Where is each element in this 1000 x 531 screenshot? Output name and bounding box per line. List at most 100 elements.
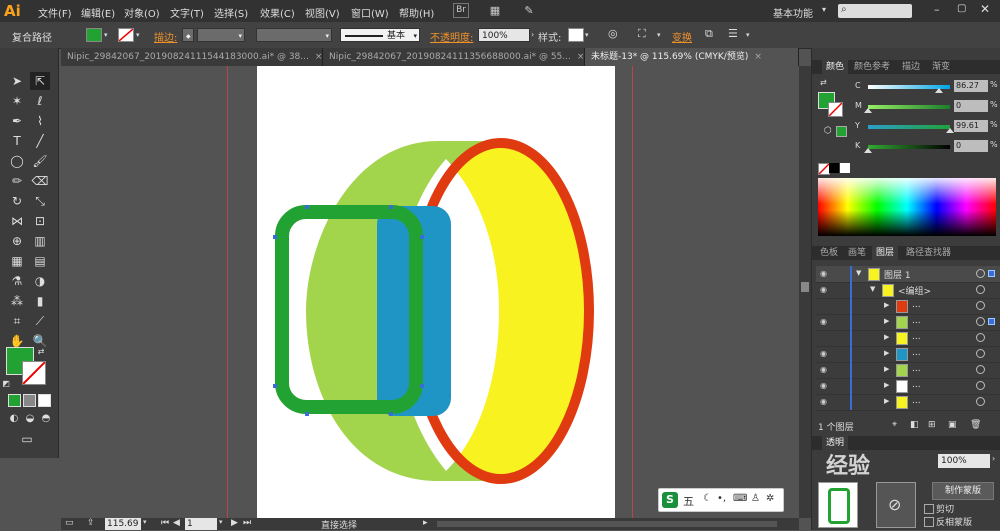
pencil-tool-icon[interactable]: ✏ xyxy=(7,172,27,190)
shape-builder-tool-icon[interactable]: ⊕ xyxy=(7,232,27,250)
visibility-eye-icon[interactable]: ◉ xyxy=(820,285,827,294)
share-icon[interactable]: ⇪ xyxy=(87,518,95,528)
sublayer-row[interactable]: ◉ ▶... xyxy=(816,378,1000,395)
search-box[interactable]: ⌕ xyxy=(838,4,912,18)
lasso-tool-icon[interactable]: ℓ xyxy=(30,92,50,110)
free-transform-tool-icon[interactable]: ⊡ xyxy=(30,212,50,230)
eyedropper-tool-icon[interactable]: ⚗ xyxy=(7,272,27,290)
mask-thumbnail[interactable]: ⊘ xyxy=(876,482,916,528)
width-tool-icon[interactable]: ⋈ xyxy=(7,212,27,230)
screen-mode-icon[interactable]: ▭ xyxy=(17,430,37,448)
bridge-icon[interactable]: Br xyxy=(453,3,469,18)
opacity-label[interactable]: 不透明度: xyxy=(430,29,473,44)
channel-value-input[interactable]: 0 xyxy=(954,140,988,152)
canvas[interactable]: S 五 ☾ •, ⌨ ♙ ✲ xyxy=(61,66,799,518)
stroke-color-box[interactable] xyxy=(22,361,46,385)
rotate-tool-icon[interactable]: ↻ xyxy=(7,192,27,210)
channel-slider[interactable] xyxy=(868,145,950,149)
sublayer-row[interactable]: ◉ ▶... xyxy=(816,314,1000,331)
direct-selection-tool-icon[interactable]: ⇱ xyxy=(30,72,50,90)
new-sublayer-icon[interactable]: ⊞ xyxy=(928,420,936,430)
slider-knob[interactable] xyxy=(934,88,943,93)
status-menu-icon[interactable]: ▸ xyxy=(423,518,428,528)
workspace-dropdown-icon[interactable]: ▾ xyxy=(822,5,826,14)
tab-gradient[interactable]: 渐变 xyxy=(928,60,954,74)
gradient-mode-icon[interactable] xyxy=(23,394,36,407)
vertical-scrollbar[interactable] xyxy=(799,66,811,518)
slice-tool-icon[interactable]: ⟋ xyxy=(30,312,50,330)
layer-name[interactable]: ... xyxy=(912,300,921,310)
sublayer-row[interactable]: ◉ ▶... xyxy=(816,362,1000,379)
close-window-icon[interactable]: ✕ xyxy=(980,2,990,16)
perspective-grid-tool-icon[interactable]: ▥ xyxy=(30,232,50,250)
expand-arrow-icon[interactable]: ▶ xyxy=(884,381,889,389)
variable-width-select[interactable]: ▾ xyxy=(256,28,332,42)
menu-object[interactable]: 对象(O) xyxy=(124,5,160,20)
anchor-point[interactable] xyxy=(389,412,393,416)
opacity-arrow-icon[interactable]: › xyxy=(531,30,534,39)
style-dropdown-icon[interactable]: ▾ xyxy=(585,31,589,39)
anchor-point[interactable] xyxy=(305,412,309,416)
layer-name[interactable]: ... xyxy=(912,380,921,390)
tab-pathfinder[interactable]: 路径查找器 xyxy=(902,246,955,260)
new-layer-icon[interactable]: ▣ xyxy=(948,420,957,430)
anchor-point[interactable] xyxy=(273,235,277,239)
black-swatch[interactable] xyxy=(829,163,839,173)
target-icon[interactable] xyxy=(976,349,985,358)
sublayer-row[interactable]: ▶... xyxy=(816,298,1000,315)
target-icon[interactable] xyxy=(976,333,985,342)
expand-arrow-icon[interactable]: ▶ xyxy=(884,317,889,325)
anchor-point[interactable] xyxy=(273,384,277,388)
minimize-icon[interactable]: – xyxy=(934,3,940,16)
blend-tool-icon[interactable]: ◑ xyxy=(30,272,50,290)
arrange-documents-icon[interactable]: ▦ xyxy=(486,3,504,18)
artboard-number-input[interactable]: 1 xyxy=(185,518,217,530)
gpu-performance-icon[interactable]: ✎ xyxy=(520,3,538,18)
expand-arrow-icon[interactable]: ▶ xyxy=(884,397,889,405)
selection-tool-icon[interactable]: ➤ xyxy=(7,72,27,90)
opacity-input[interactable]: 100% xyxy=(478,28,530,42)
layer-name[interactable]: <编组> xyxy=(898,284,931,297)
transparency-opacity-arrow[interactable]: › xyxy=(992,454,995,463)
default-colors-icon[interactable]: ◩ xyxy=(1,375,11,393)
selection-indicator[interactable] xyxy=(988,318,995,325)
layer-name[interactable]: ... xyxy=(912,364,921,374)
stroke-dropdown-icon[interactable]: ▾ xyxy=(136,31,140,39)
artboard-tool-icon[interactable]: ⌗ xyxy=(7,312,27,330)
type-tool-icon[interactable]: T xyxy=(7,132,27,150)
menu-window[interactable]: 窗口(W) xyxy=(351,5,389,20)
panel-menu-dropdown-icon[interactable]: ▾ xyxy=(746,31,750,39)
collapse-arrow-icon[interactable]: ▼ xyxy=(856,269,861,277)
layer-name[interactable]: ... xyxy=(912,396,921,406)
artboard-dropdown-icon[interactable]: ▾ xyxy=(219,518,223,526)
tab-document-1[interactable]: Nipic_29842067_20190824111544183000.ai* … xyxy=(61,48,323,66)
target-icon[interactable] xyxy=(976,397,985,406)
maximize-icon[interactable]: ▢ xyxy=(957,3,966,14)
tab-color-guide[interactable]: 颜色参考 xyxy=(850,60,894,74)
make-clipping-mask-icon[interactable]: ◧ xyxy=(910,420,919,430)
line-tool-icon[interactable]: ╱ xyxy=(30,132,50,150)
channel-slider[interactable] xyxy=(868,125,950,129)
expand-arrow-icon[interactable]: ▶ xyxy=(884,333,889,341)
color-mode-icon[interactable] xyxy=(8,394,21,407)
target-icon[interactable] xyxy=(976,269,985,278)
sublayer-row[interactable]: ◉ ▼ <编组> xyxy=(816,282,1000,299)
white-swatch[interactable] xyxy=(840,163,850,173)
expand-arrow-icon[interactable]: ▶ xyxy=(884,349,889,357)
channel-value-input[interactable]: 99.61 xyxy=(954,120,988,132)
ime-mode-label[interactable]: 五 xyxy=(683,493,694,509)
channel-value-input[interactable]: 0 xyxy=(954,100,988,112)
panel-menu-icon[interactable]: ☰ xyxy=(728,27,738,40)
expand-arrow-icon[interactable]: ▶ xyxy=(884,301,889,309)
align-options-icon[interactable]: ⛶ xyxy=(638,27,646,41)
slider-knob[interactable] xyxy=(864,108,872,113)
menu-help[interactable]: 帮助(H) xyxy=(399,5,434,20)
target-icon[interactable] xyxy=(976,365,985,374)
magic-wand-tool-icon[interactable]: ✶ xyxy=(7,92,27,110)
first-artboard-icon[interactable]: ⏮ xyxy=(161,518,169,528)
prev-artboard-icon[interactable]: ◀ xyxy=(173,518,180,528)
draw-inside-icon[interactable]: ◓ xyxy=(36,410,56,428)
layer-name[interactable]: 图层 1 xyxy=(884,268,911,281)
tab-close-icon[interactable]: × xyxy=(577,52,584,62)
visibility-eye-icon[interactable]: ◉ xyxy=(820,349,827,358)
